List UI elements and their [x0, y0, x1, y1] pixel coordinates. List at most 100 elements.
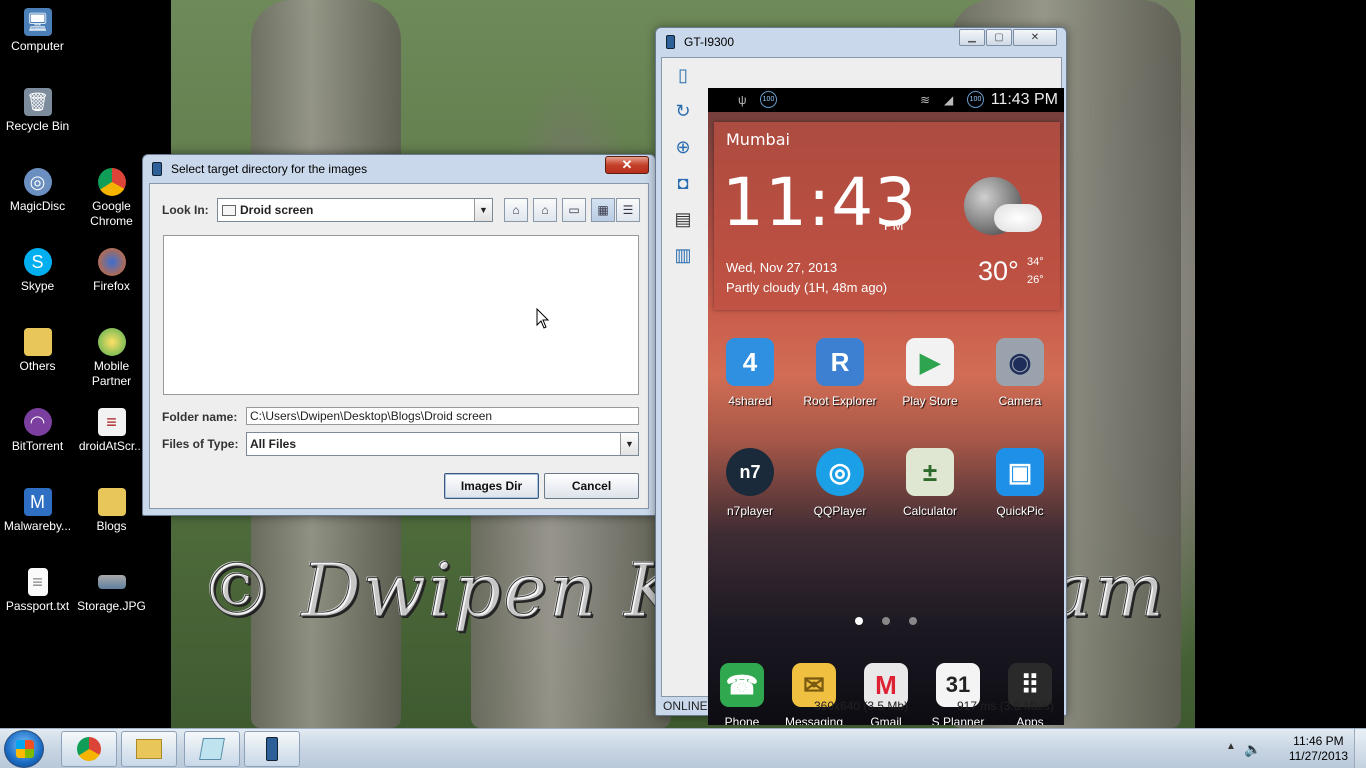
- cancel-button[interactable]: Cancel: [544, 473, 639, 499]
- files-of-type-select[interactable]: All Files ▼: [246, 432, 639, 456]
- folder-icon: [136, 739, 162, 759]
- folder-up-icon: ⌂: [512, 203, 520, 217]
- desktop-icon-passport[interactable]: ≡ Passport.txt: [0, 568, 75, 614]
- phone-icon: [266, 737, 278, 761]
- tray-clock[interactable]: 11:46 PM 11/27/2013: [1289, 734, 1348, 764]
- new-folder-button[interactable]: ▭: [562, 198, 586, 222]
- start-button[interactable]: [4, 730, 44, 768]
- play-store-icon: ▶: [906, 338, 954, 386]
- close-button[interactable]: ✕: [605, 156, 649, 174]
- rotate-icon: ↻: [675, 101, 691, 121]
- app-label: n7player: [726, 504, 774, 518]
- phone-screen[interactable]: ψ 100 ≋ ◢ 100 11:43 PM Mumbai 11:43 PM W…: [708, 88, 1064, 725]
- desktop-icon-bittorrent[interactable]: ◠ BitTorrent: [0, 408, 75, 454]
- home-button[interactable]: ⌂: [533, 198, 557, 222]
- app-n7player[interactable]: n7 n7player: [708, 448, 792, 518]
- app-quickpic[interactable]: ▣ QuickPic: [978, 448, 1062, 518]
- close-button[interactable]: ✕: [1013, 29, 1057, 46]
- desktop-icon-recycle-bin[interactable]: 🗑 Recycle Bin: [0, 88, 75, 134]
- n7player-icon: n7: [726, 448, 774, 496]
- app-play-store[interactable]: ▶ Play Store: [888, 338, 972, 408]
- images-dir-button[interactable]: Images Dir: [444, 473, 539, 499]
- desktop-icon-chrome[interactable]: Google Chrome: [74, 168, 149, 229]
- chrome-icon: [77, 737, 101, 761]
- malwarebytes-icon: M: [23, 488, 52, 516]
- app-camera[interactable]: ◉ Camera: [978, 338, 1062, 408]
- details-view-button[interactable]: ☰: [616, 198, 640, 222]
- app-root-explorer[interactable]: R Root Explorer: [798, 338, 882, 408]
- desktop-icon-others[interactable]: Others: [0, 328, 75, 374]
- files-of-type-value: All Files: [250, 437, 297, 451]
- chevron-down-icon[interactable]: ▼: [474, 199, 492, 221]
- folder-name-input[interactable]: C:\Users\Dwipen\Desktop\Blogs\Droid scre…: [246, 407, 639, 425]
- desktop-icon-blogs[interactable]: Blogs: [74, 488, 149, 534]
- low-temperature: 26°: [1027, 274, 1044, 286]
- recycle-bin-icon: 🗑: [23, 88, 52, 116]
- select-directory-dialog: Select target directory for the images ✕…: [142, 154, 656, 516]
- weather-clock-widget[interactable]: Mumbai 11:43 PM Wed, Nov 27, 2013 Partly…: [714, 122, 1060, 310]
- up-one-level-button[interactable]: ⌂: [504, 198, 528, 222]
- list-view-icon: ▦: [597, 203, 609, 217]
- chevron-down-icon[interactable]: ▼: [620, 433, 638, 455]
- phone-window-statusbar: ONLINE 360x640 (3.5 Mb) 917 ms (3.8 Mb/s…: [661, 697, 1062, 715]
- desktop-icon-skype[interactable]: S Skype: [0, 248, 75, 294]
- list-view-button[interactable]: ▦: [591, 198, 615, 222]
- app-label: QuickPic: [996, 504, 1044, 518]
- file-list[interactable]: [163, 235, 639, 395]
- desktop-icon-magicdisc[interactable]: ◎ MagicDisc: [0, 168, 75, 214]
- files-of-type-label: Files of Type:: [162, 437, 239, 451]
- record-button[interactable]: ▤: [670, 206, 696, 232]
- folder-name-label: Folder name:: [162, 410, 238, 424]
- battery-badge: 100: [760, 91, 777, 108]
- dock-apps[interactable]: ⠿ Apps: [988, 663, 1064, 725]
- image-file-icon: [97, 575, 126, 589]
- skype-icon: S: [23, 248, 52, 276]
- app-label: Root Explorer: [803, 394, 877, 408]
- desktop-icon-label: Recycle Bin: [5, 119, 70, 133]
- device-button[interactable]: ▯: [670, 62, 696, 88]
- mouse-cursor-icon: [536, 308, 550, 329]
- desktop-icon-malwarebytes[interactable]: M Malwareby...: [0, 488, 75, 534]
- resolution-status: 360x640 (3.5 Mb): [814, 699, 909, 713]
- rotate-button[interactable]: ↻: [670, 98, 696, 124]
- phone-window: GT-I9300 ▁ ▢ ✕ ▯ ↻ ⊕ ◘ ▤ ▥ ψ 100 ≋ ◢ 100…: [655, 27, 1067, 725]
- desktop-icon-label: Blogs: [96, 519, 127, 533]
- taskbar-droid-at-screen[interactable]: [244, 731, 300, 767]
- dialog-titlebar[interactable]: Select target directory for the images ✕: [143, 155, 655, 183]
- desktop-icon-label: Others: [19, 359, 56, 373]
- show-hidden-icons-icon[interactable]: ▲: [1226, 741, 1236, 752]
- minimize-button[interactable]: ▁: [959, 29, 985, 46]
- app-qqplayer[interactable]: ◎ QQPlayer: [798, 448, 882, 518]
- app-calculator[interactable]: ± Calculator: [888, 448, 972, 518]
- screenshot-button[interactable]: ◘: [670, 170, 696, 196]
- zoom-button[interactable]: ⊕: [670, 134, 696, 160]
- app-label: Gmail: [870, 715, 902, 725]
- phone-window-body: ▯ ↻ ⊕ ◘ ▤ ▥ ψ 100 ≋ ◢ 100 11:43 PM Mumba…: [661, 57, 1064, 725]
- camera-icon: ◘: [677, 173, 689, 193]
- taskbar-chrome[interactable]: [61, 731, 117, 767]
- volume-icon[interactable]: 🔈: [1244, 741, 1261, 758]
- cloud-icon: [994, 204, 1042, 232]
- text-file-icon: ≡: [27, 568, 48, 596]
- show-desktop-button[interactable]: [1354, 729, 1366, 768]
- taskbar-explorer[interactable]: [121, 731, 177, 767]
- 4shared-icon: 4: [726, 338, 774, 386]
- notepad-icon: [199, 738, 225, 760]
- app-label: Apps: [1016, 715, 1044, 725]
- disc-icon: ◎: [23, 168, 52, 196]
- desktop-icon-storage-jpg[interactable]: Storage.JPG: [74, 568, 149, 614]
- app-4shared[interactable]: 4 4shared: [708, 338, 792, 408]
- desktop-icon-firefox[interactable]: Firefox: [74, 248, 149, 294]
- details-view-icon: ☰: [622, 203, 634, 217]
- maximize-button[interactable]: ▢: [986, 29, 1012, 46]
- desktop-icon-droidatscreen[interactable]: ≡ droidAtScr...: [74, 408, 149, 454]
- taskbar-notepad[interactable]: [184, 731, 240, 767]
- desktop-icon-computer[interactable]: 🖥 Computer: [0, 8, 75, 54]
- clapperboard-icon: ▤: [674, 209, 692, 229]
- desktop-icon-mobile-partner[interactable]: Mobile Partner: [74, 328, 149, 389]
- document-icon: ▥: [674, 245, 692, 265]
- tray-time: 11:46 PM: [1293, 734, 1344, 748]
- log-button[interactable]: ▥: [670, 242, 696, 268]
- look-in-select[interactable]: Droid screen ▼: [217, 198, 493, 222]
- home-icon: ⌂: [541, 203, 549, 217]
